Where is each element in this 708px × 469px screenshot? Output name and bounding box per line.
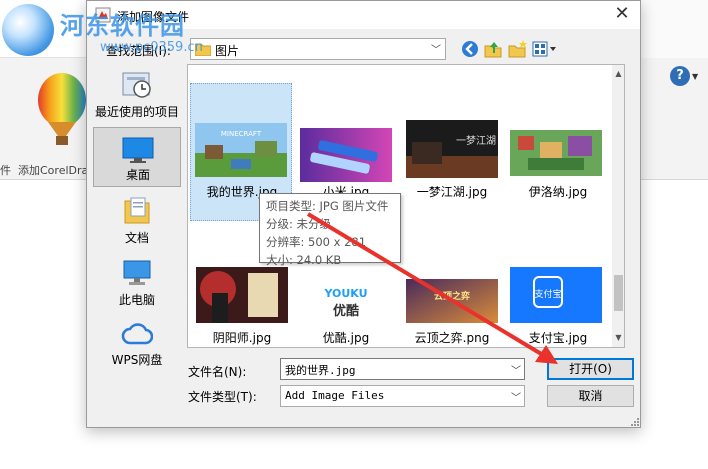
desktop-icon <box>122 137 154 163</box>
help-icon[interactable]: ? <box>670 66 690 86</box>
alipay-thumbnail: 支付宝 <box>510 267 602 323</box>
file-name: 阴阳师.jpg <box>212 331 272 345</box>
ribbon-add-coreldraw-label: 件 添加CorelDra <box>0 164 89 177</box>
up-folder-button[interactable] <box>483 39 505 59</box>
back-button[interactable] <box>459 39 481 59</box>
chevron-down-icon: ﹀ <box>511 393 521 404</box>
yiluona-thumbnail <box>510 130 602 176</box>
file-item-yimeng-jianghu[interactable]: 一梦江湖 一梦江湖.jpg <box>400 105 504 223</box>
file-name: 云顶之弈.png <box>414 331 490 345</box>
file-info-tooltip: 项目类型: JPG 图片文件 分级: 未分级 分辨率: 500 x 281 大小… <box>259 193 401 267</box>
file-type-label: 文件类型(T): <box>188 390 257 404</box>
minecraft-logo-text: MINECRAFT <box>221 130 262 138</box>
this-pc-icon <box>123 260 151 285</box>
back-arrow-icon <box>462 41 478 57</box>
file-type-value: Add Image Files <box>285 389 385 402</box>
file-item-alipay[interactable]: 支付宝 支付宝.jpg <box>506 249 610 347</box>
file-name: 优酷.jpg <box>322 331 370 345</box>
yinyangshi-thumbnail <box>196 267 288 323</box>
place-label: WPS网盘 <box>111 353 163 367</box>
new-folder-icon <box>508 40 527 58</box>
resize-grip-icon[interactable] <box>628 415 640 427</box>
cancel-button[interactable]: 取消 <box>547 385 634 407</box>
view-grid-icon <box>532 41 556 57</box>
recent-items-icon <box>122 72 151 98</box>
look-in-value: 图片 <box>215 44 240 58</box>
up-folder-icon <box>484 42 502 58</box>
place-this-pc[interactable]: 此电脑 <box>93 255 181 315</box>
scroll-up-icon[interactable]: ▲ <box>612 67 624 81</box>
look-in-combo[interactable]: 图片 ﹀ <box>190 38 446 60</box>
watermark-logo-icon <box>2 4 54 56</box>
file-item-yiluona[interactable]: 伊洛纳.jpg <box>506 105 610 223</box>
file-name: 伊洛纳.jpg <box>528 185 588 199</box>
file-type-select[interactable]: Add Image Files ﹀ <box>280 385 525 407</box>
youku-cn-text: 优酷 <box>333 303 359 319</box>
watermark-url: www.pc0359.cn <box>100 40 203 55</box>
tooltip-type: 项目类型: JPG 图片文件 <box>266 199 389 213</box>
open-button[interactable]: 打开(O) <box>547 358 634 380</box>
scrollbar-thumb[interactable] <box>614 275 623 311</box>
place-label: 最近使用的项目 <box>94 105 179 119</box>
documents-icon <box>124 197 150 224</box>
file-name-label: 文件名(N): <box>188 365 247 379</box>
coreldraw-balloon-icon[interactable] <box>34 72 90 148</box>
file-item-yunding[interactable]: 云顶之弈 云顶之弈.png <box>400 249 504 347</box>
yunding-logo-text: 云顶之弈 <box>434 290 470 302</box>
chevron-down-icon[interactable]: ﹀ <box>511 362 521 377</box>
file-name-input[interactable]: 我的世界.jpg ﹀ <box>280 358 525 380</box>
xiaomi-thumbnail <box>300 128 392 182</box>
minecraft-thumbnail: MINECRAFT <box>195 123 287 177</box>
scroll-down-icon[interactable]: ▼ <box>612 331 624 345</box>
youku-brand-text: YOUKU <box>323 287 367 300</box>
tooltip-resolution: 分辨率: 500 x 281 <box>266 235 367 249</box>
chevron-down-icon: ﹀ <box>431 45 441 56</box>
file-list-view[interactable]: MINECRAFT 我的世界.jpg 小米.jpg 一梦江湖 一梦江湖.jpg <box>187 64 625 348</box>
tooltip-rating: 分级: 未分级 <box>266 217 332 231</box>
place-label: 桌面 <box>125 168 150 182</box>
new-folder-button[interactable] <box>507 39 529 59</box>
place-label: 文档 <box>124 231 149 245</box>
yunding-thumbnail: 云顶之弈 <box>406 279 498 323</box>
close-button[interactable]: ✕ <box>607 3 637 27</box>
place-documents[interactable]: 文档 <box>93 191 181 251</box>
wps-cloud-icon <box>121 323 153 345</box>
watermark-title: 河东软件园 <box>60 12 185 40</box>
place-desktop[interactable]: 桌面 <box>93 127 181 187</box>
file-list-scrollbar[interactable]: ▲ ▼ <box>612 65 624 347</box>
view-menu-button[interactable] <box>531 39 559 59</box>
youku-thumbnail: YOUKU 优酷 <box>300 279 392 323</box>
yimeng-jianghu-thumbnail: 一梦江湖 <box>406 120 498 178</box>
file-name: 支付宝.jpg <box>528 331 588 345</box>
place-label: 此电脑 <box>118 293 155 307</box>
places-bar: 最近使用的项目 桌面 文档 此电脑 WPS网盘 <box>93 65 181 367</box>
place-wps-cloud[interactable]: WPS网盘 <box>93 317 181 377</box>
file-name: 一梦江湖.jpg <box>416 185 488 199</box>
background-window-controls <box>640 0 708 58</box>
tooltip-size: 大小: 24.0 KB <box>266 253 342 267</box>
file-name-value: 我的世界.jpg <box>285 364 356 377</box>
alipay-logo-text: 支付宝 <box>534 288 561 300</box>
place-recent-items[interactable]: 最近使用的项目 <box>93 65 181 125</box>
help-dropdown-icon[interactable]: ▼ <box>692 72 698 81</box>
yimeng-logo-text: 一梦江湖 <box>456 135 496 147</box>
site-watermark: 河东软件园 www.pc0359.cn <box>0 0 210 60</box>
